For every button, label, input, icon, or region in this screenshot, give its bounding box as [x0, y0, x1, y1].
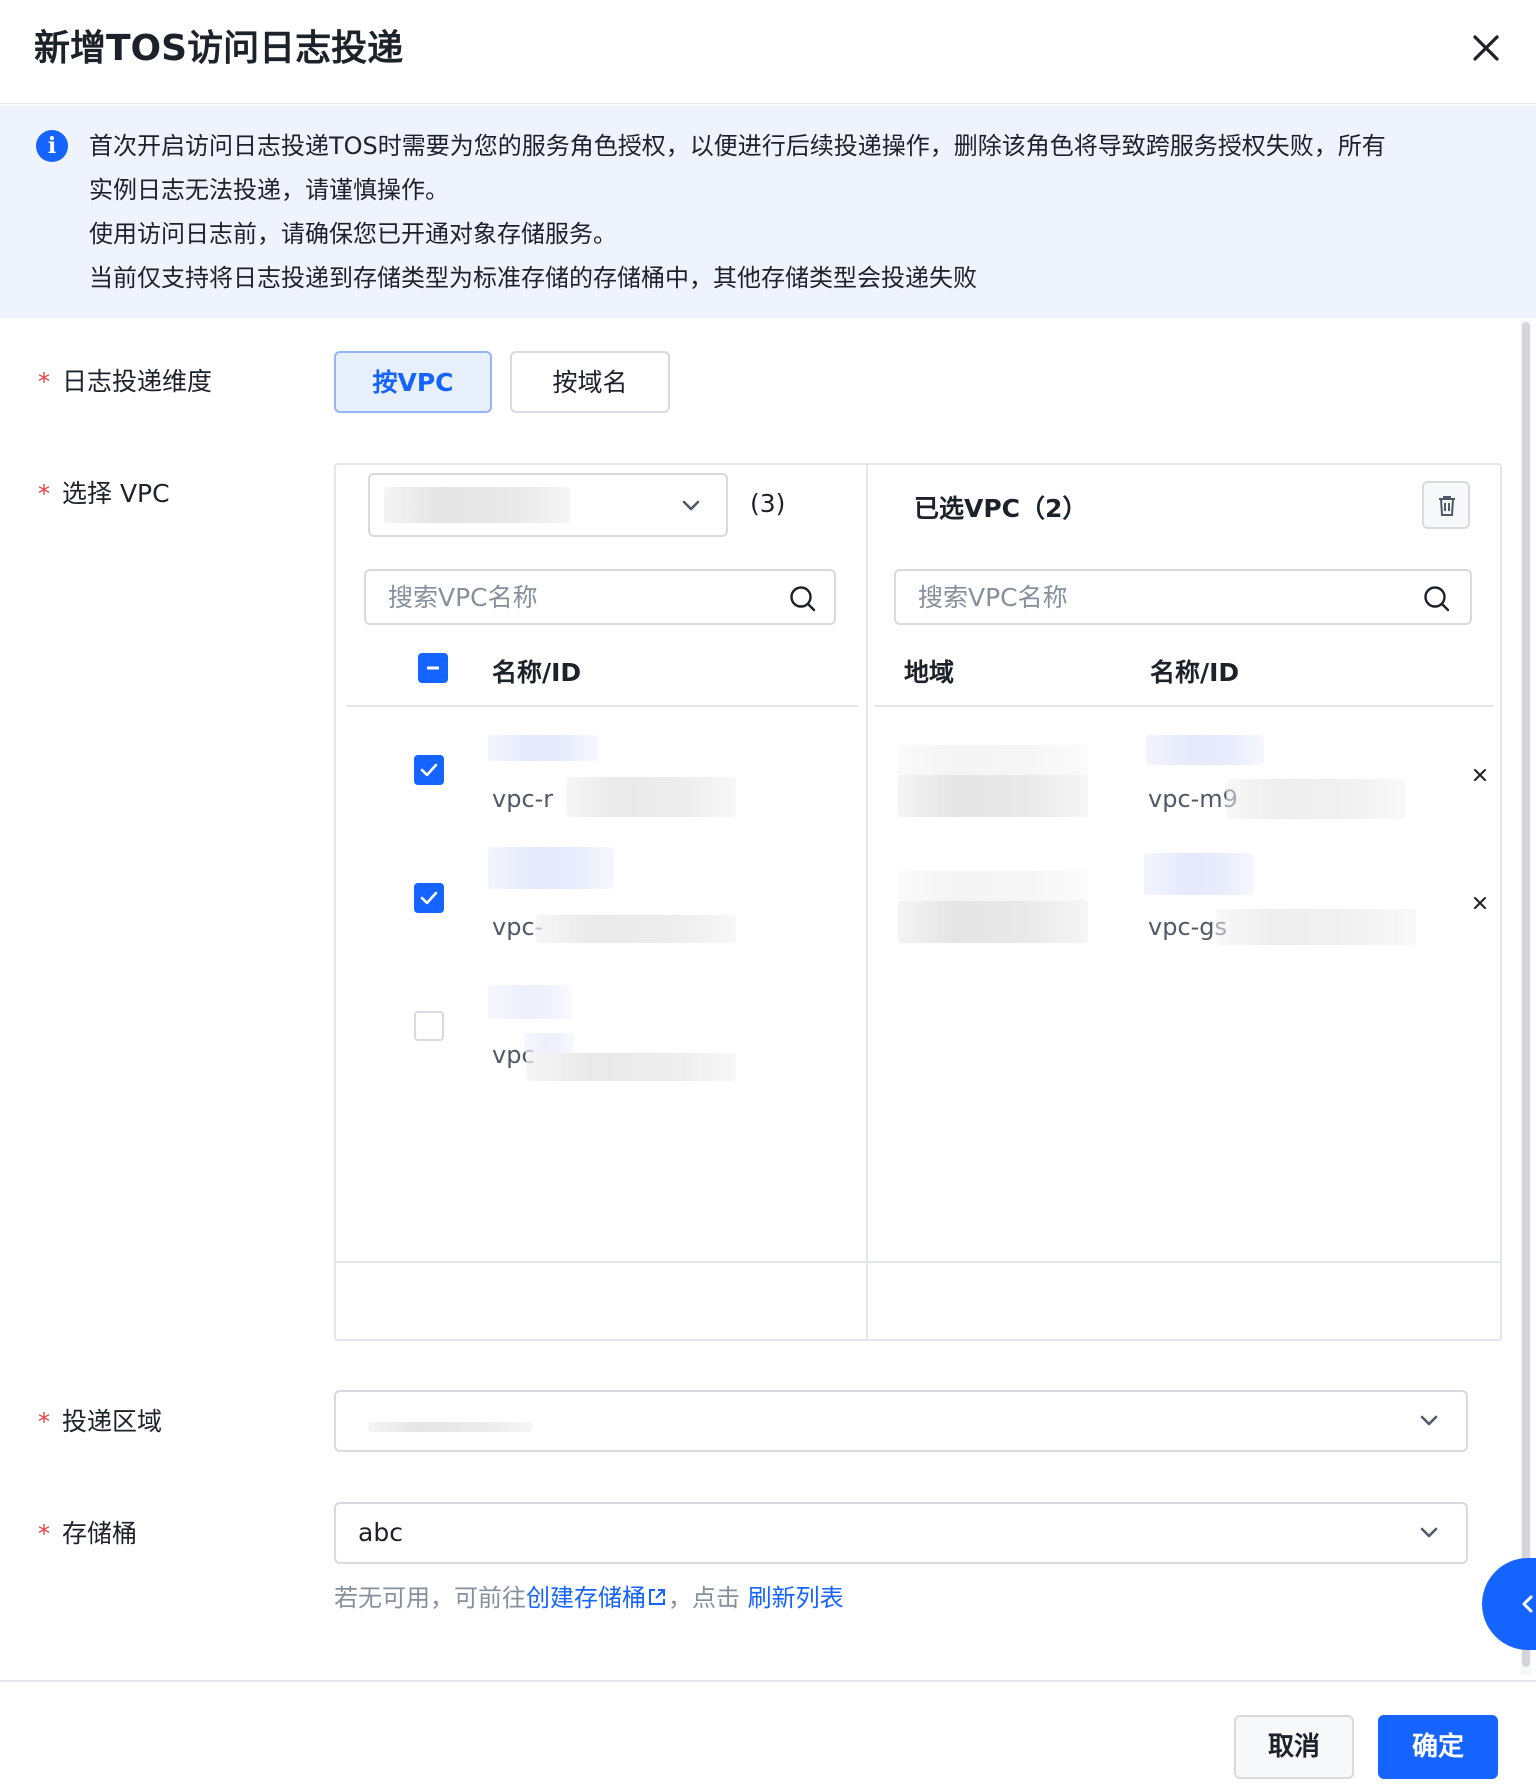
- transfer-footer-divider: [336, 1261, 1500, 1263]
- redacted-vpc-name: [1144, 853, 1254, 895]
- alert-line: 使用访问日志前，请确保您已开通对象存储服务。: [89, 220, 617, 248]
- close-button[interactable]: [1466, 28, 1506, 68]
- cancel-button[interactable]: 取消: [1234, 1715, 1354, 1779]
- dialog-footer: 取消 确定: [0, 1680, 1536, 1784]
- required-mark: *: [38, 480, 50, 508]
- transfer-divider: [866, 465, 868, 1339]
- target-search-input[interactable]: [918, 581, 1298, 613]
- redacted-region: [898, 775, 1088, 817]
- search-icon[interactable]: [788, 584, 818, 614]
- redacted-region: [898, 901, 1088, 943]
- chevron-down-icon: [682, 500, 700, 511]
- vpc-id-prefix: vpc-r: [492, 785, 554, 813]
- vpc-id-prefix: vpc-m9: [1148, 785, 1238, 813]
- bucket-label-text: 存储桶: [62, 1519, 138, 1548]
- source-header-line: [346, 705, 858, 707]
- source-count: (3): [750, 489, 786, 518]
- redacted-vpc-id: [1226, 779, 1406, 819]
- redacted-vpc-name: [488, 735, 598, 761]
- dimension-option-domain[interactable]: 按域名: [510, 351, 670, 413]
- chevron-left-icon: [1522, 1595, 1533, 1613]
- source-column-name: 名称/ID: [492, 658, 582, 687]
- scrollbar-thumb[interactable]: [1522, 322, 1530, 1667]
- bucket-select[interactable]: abc: [334, 1502, 1468, 1564]
- select-all-checkbox[interactable]: [418, 653, 448, 683]
- dimension-option-vpc[interactable]: 按VPC: [334, 351, 492, 413]
- chevron-down-icon: [1420, 1415, 1438, 1426]
- bucket-help: 若无可用，可前往创建存储桶 ，点击 刷新列表: [334, 1578, 844, 1613]
- target-header-line: [874, 705, 1494, 707]
- help-prefix: 若无可用，可前往: [334, 1584, 526, 1612]
- redacted-vpc-id: [526, 1053, 736, 1081]
- region-label-text: 投递区域: [62, 1407, 163, 1436]
- row-checkbox[interactable]: [414, 1011, 444, 1041]
- info-icon: i: [36, 130, 68, 162]
- confirm-button[interactable]: 确定: [1378, 1715, 1498, 1779]
- source-search[interactable]: [364, 569, 836, 625]
- vpc-transfer: (3) 名称/ID vpc-r vpc- vpc: [334, 463, 1502, 1341]
- vpc-label: * 选择 VPC: [38, 476, 170, 512]
- redacted-vpc-id: [566, 777, 736, 817]
- create-bucket-link-text: 创建存储桶: [526, 1584, 646, 1612]
- redacted-region-value: [368, 1422, 532, 1432]
- dimension-label: * 日志投递维度: [38, 364, 212, 400]
- redacted-vpc-name: [488, 985, 572, 1019]
- redacted-region: [384, 487, 570, 523]
- trash-icon: [1439, 496, 1455, 516]
- redacted-vpc-name: [488, 847, 614, 889]
- redacted-vpc-id: [1216, 909, 1416, 945]
- chevron-down-icon: [1420, 1527, 1438, 1538]
- remove-icon[interactable]: [1468, 891, 1492, 915]
- external-link-icon: [649, 1589, 665, 1605]
- dialog-title: 新增TOS访问日志投递: [34, 28, 404, 69]
- clear-selected-button[interactable]: [1422, 481, 1470, 529]
- search-icon[interactable]: [1422, 584, 1452, 614]
- alert-line: 实例日志无法投递，请谨慎操作。: [89, 176, 449, 204]
- redacted-region: [898, 871, 1088, 901]
- row-checkbox[interactable]: [414, 883, 444, 913]
- target-column-region: 地域: [904, 658, 955, 687]
- required-mark: *: [38, 1520, 50, 1548]
- alert-line: 当前仅支持将日志投递到存储类型为标准存储的存储桶中，其他存储类型会投递失败: [89, 264, 977, 292]
- refresh-list-link[interactable]: 刷新列表: [748, 1584, 844, 1612]
- dialog-header: 新增TOS访问日志投递: [0, 0, 1536, 104]
- close-icon: [1473, 35, 1499, 61]
- row-checkbox[interactable]: [414, 755, 444, 785]
- minus-icon: [427, 666, 439, 670]
- redacted-vpc-name: [1146, 735, 1264, 765]
- target-column-name: 名称/ID: [1150, 658, 1240, 687]
- check-icon: [420, 763, 438, 777]
- redacted-vpc-id: [524, 1033, 574, 1053]
- required-mark: *: [38, 1408, 50, 1436]
- region-select[interactable]: [334, 1390, 1468, 1452]
- bucket-label: * 存储桶: [38, 1516, 137, 1552]
- target-search[interactable]: [894, 569, 1472, 625]
- required-mark: *: [38, 368, 50, 396]
- dimension-label-text: 日志投递维度: [62, 367, 213, 396]
- collapse-button[interactable]: [1482, 1558, 1536, 1650]
- vpc-label-text: 选择 VPC: [62, 479, 170, 508]
- remove-icon[interactable]: [1468, 763, 1492, 787]
- bucket-value: abc: [358, 1518, 403, 1547]
- source-search-input[interactable]: [388, 581, 768, 613]
- alert-line: 首次开启访问日志投递TOS时需要为您的服务角色授权，以便进行后续投递操作，删除该…: [89, 132, 1386, 160]
- check-icon: [420, 891, 438, 905]
- dialog: 新增TOS访问日志投递 i 首次开启访问日志投递TOS时需要为您的服务角色授权，…: [0, 0, 1536, 1784]
- source-region-select[interactable]: [368, 473, 728, 537]
- help-middle: ，点击: [668, 1584, 748, 1612]
- create-bucket-link[interactable]: 创建存储桶: [526, 1584, 668, 1612]
- redacted-vpc-id: [536, 915, 736, 943]
- redacted-region: [898, 745, 1088, 775]
- alert-text: 首次开启访问日志投递TOS时需要为您的服务角色授权，以便进行后续投递操作，删除该…: [89, 124, 1499, 300]
- selected-vpc-title: 已选VPC（2）: [914, 494, 1088, 523]
- region-label: * 投递区域: [38, 1404, 162, 1440]
